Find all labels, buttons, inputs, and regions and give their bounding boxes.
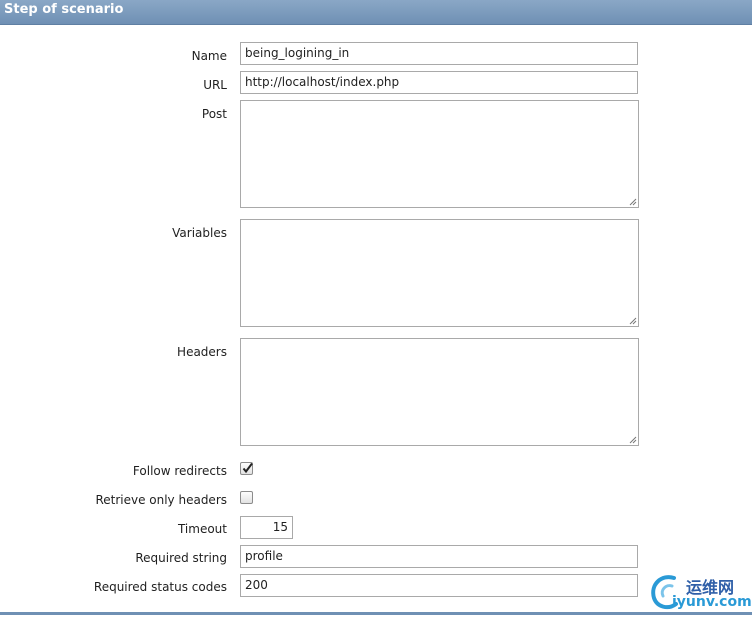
resize-grip-icon[interactable] <box>629 317 637 325</box>
name-input[interactable]: being_logining_in <box>240 42 638 65</box>
timeout-input[interactable]: 15 <box>240 516 293 539</box>
resize-grip-icon[interactable] <box>629 436 637 444</box>
required-status-codes-label: Required status codes <box>93 580 227 594</box>
timeout-label: Timeout <box>177 522 227 536</box>
name-label: Name <box>191 49 227 63</box>
checkmark-icon <box>242 462 253 474</box>
post-textarea[interactable] <box>240 100 639 208</box>
watermark-logo: 运维网 iyunv.com <box>648 572 752 612</box>
headers-textarea[interactable] <box>240 338 639 446</box>
required-status-codes-input[interactable]: 200 <box>240 574 638 597</box>
headers-label: Headers <box>177 345 227 359</box>
variables-label: Variables <box>172 226 227 240</box>
variables-textarea[interactable] <box>240 219 639 327</box>
follow-redirects-checkbox[interactable] <box>240 462 253 475</box>
follow-redirects-label: Follow redirects <box>132 464 227 478</box>
url-input[interactable]: http://localhost/index.php <box>240 71 638 94</box>
required-string-label: Required string <box>135 551 227 565</box>
resize-grip-icon[interactable] <box>629 198 637 206</box>
retrieve-only-headers-checkbox[interactable] <box>240 491 253 504</box>
footer-divider <box>0 612 752 615</box>
retrieve-only-headers-label: Retrieve only headers <box>95 493 227 507</box>
section-title: Step of scenario <box>4 2 124 17</box>
watermark-en-text: iyunv.com <box>672 594 752 610</box>
required-string-input[interactable]: profile <box>240 545 638 568</box>
section-header: Step of scenario <box>0 0 752 25</box>
post-label: Post <box>201 107 227 121</box>
url-label: URL <box>203 78 227 92</box>
